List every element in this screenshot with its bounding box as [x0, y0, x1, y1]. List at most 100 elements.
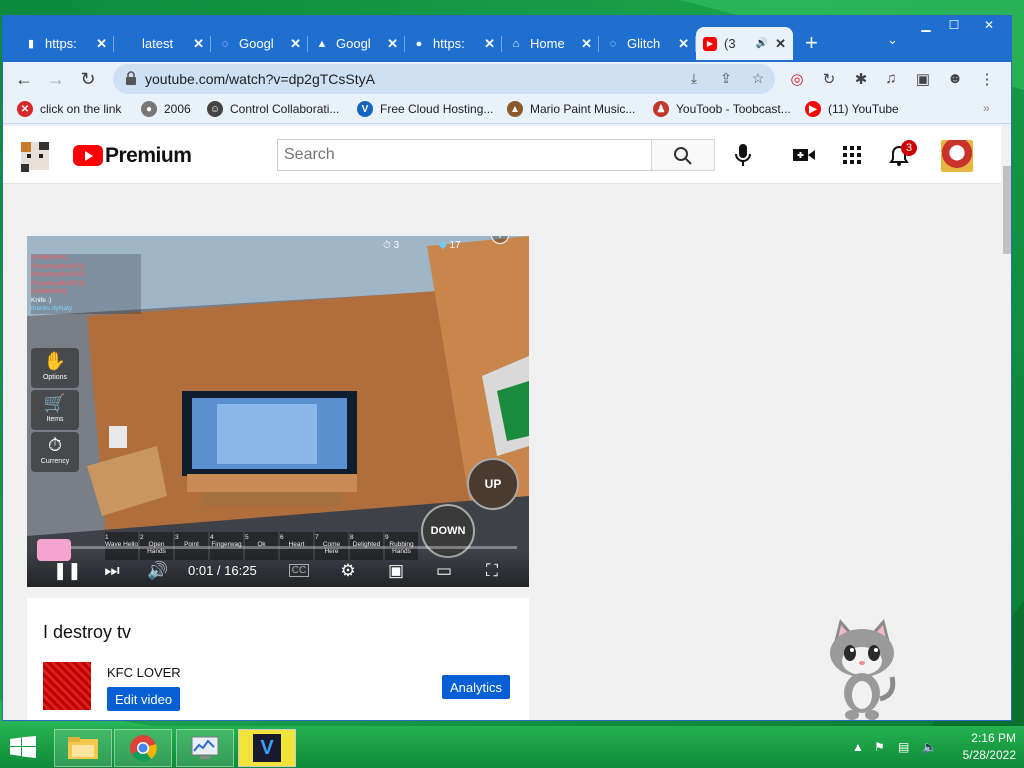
browser-tab[interactable]: ⌂ Home ✕ [502, 27, 599, 60]
search-input[interactable] [277, 139, 651, 171]
bookmark-item[interactable]: ♟ YouToob - Toobcast... [653, 101, 791, 117]
tab-close-icon[interactable]: ✕ [193, 36, 204, 52]
bookmark-item[interactable]: ▲ Mario Paint Music... [507, 101, 635, 117]
youtube-logo-icon[interactable] [73, 145, 103, 166]
youtube-icon: ▶ [703, 36, 717, 51]
fullscreen-icon[interactable]: ⛶ [481, 561, 503, 581]
volume-muted-icon[interactable]: 🔈 [922, 740, 937, 754]
vegas-taskbar-button[interactable]: V [238, 729, 296, 767]
blank-icon [121, 37, 135, 51]
tab-close-icon[interactable]: ✕ [96, 36, 107, 52]
browser-tab[interactable]: latest ✕ [114, 27, 211, 60]
analytics-button[interactable]: Analytics [442, 675, 511, 699]
close-window-button[interactable]: ✕ [969, 16, 1009, 34]
chrome-taskbar-button[interactable] [114, 729, 172, 767]
tab-close-icon[interactable]: ✕ [484, 36, 495, 52]
game-items-button[interactable]: 🛒 Items [31, 390, 79, 430]
youtube-premium-logo[interactable]: Premium [105, 144, 192, 168]
browser-tab[interactable]: ▲ Googl ✕ [308, 27, 405, 60]
edit-video-button[interactable]: Edit video [107, 687, 181, 711]
create-video-icon[interactable] [793, 147, 815, 163]
show-hidden-icons[interactable]: ▲ [852, 740, 864, 754]
cat-channel-icon[interactable] [17, 136, 53, 176]
game-options-button[interactable]: ✋ Options [31, 348, 79, 388]
game-button-label: Items [46, 416, 64, 423]
bookmark-item[interactable]: ● 2006 [141, 101, 191, 117]
video-time: 0:01 / 16:25 [188, 563, 257, 578]
menu-icon[interactable]: ⋮ [977, 70, 997, 90]
lock-icon [126, 71, 136, 85]
tab-close-icon[interactable]: ✕ [678, 36, 689, 52]
tab-title: https: [433, 36, 465, 51]
monitor-taskbar-button[interactable] [176, 729, 234, 767]
browser-tab[interactable]: ▮ https: ✕ [17, 27, 114, 60]
browser-tab[interactable]: ▶ (3 🔊 ✕ [696, 27, 793, 60]
minimize-button[interactable]: ▁ [913, 16, 939, 34]
search-button[interactable] [651, 139, 715, 171]
move-up-button[interactable]: UP [467, 458, 519, 510]
video-progress-bar[interactable] [39, 546, 517, 549]
tab-close-icon[interactable]: ✕ [775, 36, 786, 52]
browser-tab[interactable]: ◌ Glitch ✕ [599, 27, 696, 60]
new-tab-button[interactable]: + [805, 30, 818, 56]
network-icon[interactable]: ▤ [898, 740, 909, 754]
address-bar[interactable]: youtube.com/watch?v=dp2gTCsStyA ⤓ ⇪ ☆ [113, 64, 775, 94]
bookmark-item[interactable]: V Free Cloud Hosting... [357, 101, 493, 117]
hand-icon: ✋ [43, 351, 67, 371]
tab-search-icon[interactable]: ⌄ [887, 32, 898, 48]
chat-line: [froyadsyafie2022]: [31, 271, 141, 280]
back-icon[interactable]: ← [13, 68, 35, 90]
install-app-icon[interactable]: ⤓ [685, 70, 703, 88]
theater-mode-icon[interactable]: ▭ [433, 561, 455, 581]
move-down-button[interactable]: DOWN [421, 504, 475, 558]
microphone-icon[interactable] [735, 143, 751, 167]
file-explorer-taskbar-button[interactable] [54, 729, 112, 767]
emote-hotkey: 3 [175, 534, 179, 541]
profile-avatar-icon[interactable]: ☻ [945, 70, 965, 90]
game-currency-button[interactable]: ⏱ Currency [31, 432, 79, 472]
browser-toolbar: ← → ↻ youtube.com/watch?v=dp2gTCsStyA ⤓ … [3, 62, 1011, 96]
bookmark-item[interactable]: ☺ Control Collaborati... [207, 101, 339, 117]
channel-name[interactable]: KFC LOVER [107, 665, 181, 680]
reload-icon[interactable]: ↻ [77, 68, 99, 90]
miniplayer-icon[interactable]: ▣ [385, 561, 407, 581]
refresh-extension-icon[interactable]: ↻ [819, 70, 839, 90]
account-avatar[interactable] [941, 140, 973, 172]
more-bookmarks-icon[interactable]: » [983, 101, 990, 115]
browser-tab[interactable]: ● https: ✕ [405, 27, 502, 60]
emote-hotkey: 2 [140, 534, 144, 541]
share-icon[interactable]: ⇪ [717, 70, 735, 88]
tab-close-icon[interactable]: ✕ [387, 36, 398, 52]
settings-gear-icon[interactable]: ⚙ [337, 561, 359, 581]
captions-icon[interactable]: CC [289, 564, 309, 577]
page-scrollbar[interactable] [1001, 126, 1011, 720]
bookmark-label: YouToob - Toobcast... [676, 102, 791, 116]
next-video-icon[interactable]: ⏭ [101, 561, 123, 581]
browser-tab[interactable]: ◌ Googl ✕ [211, 27, 308, 60]
volume-icon[interactable]: 🔊 [147, 561, 169, 581]
gems-value: 17 [449, 240, 461, 251]
emote-hotkey: 4 [210, 534, 214, 541]
channel-avatar[interactable] [43, 662, 91, 710]
side-panel-icon[interactable]: ▣ [913, 70, 933, 90]
tab-close-icon[interactable]: ✕ [581, 36, 592, 52]
forward-icon[interactable]: → [45, 68, 67, 90]
maximize-button[interactable]: ☐ [941, 16, 967, 34]
media-control-icon[interactable]: ♫ [881, 70, 901, 90]
action-center-flag-icon[interactable]: ⚑ [874, 740, 885, 754]
target-extension-icon[interactable]: ◎ [787, 70, 807, 90]
apps-grid-icon[interactable] [843, 146, 861, 164]
windows-start-icon[interactable] [10, 736, 36, 758]
diamond-icon: ◆ [439, 240, 447, 251]
bookmark-item[interactable]: ✕ click on the link [17, 101, 121, 117]
video-player[interactable]: [ylrbdk5hoh]: [froyadsyafie2021]: [froyads… [27, 236, 529, 587]
extensions-icon[interactable]: ✱ [851, 70, 871, 90]
tab-audio-icon[interactable]: 🔊 [756, 38, 768, 49]
tab-close-icon[interactable]: ✕ [290, 36, 301, 52]
emote-hotkey: 1 [105, 534, 109, 541]
system-clock[interactable]: 2:16 PM 5/28/2022 [963, 730, 1016, 764]
bookmark-item[interactable]: ▶ (11) YouTube [805, 101, 899, 117]
bookmark-star-icon[interactable]: ☆ [749, 70, 767, 88]
pause-icon[interactable]: ❚❚ [53, 561, 82, 581]
scroll-thumb[interactable] [1003, 166, 1011, 254]
